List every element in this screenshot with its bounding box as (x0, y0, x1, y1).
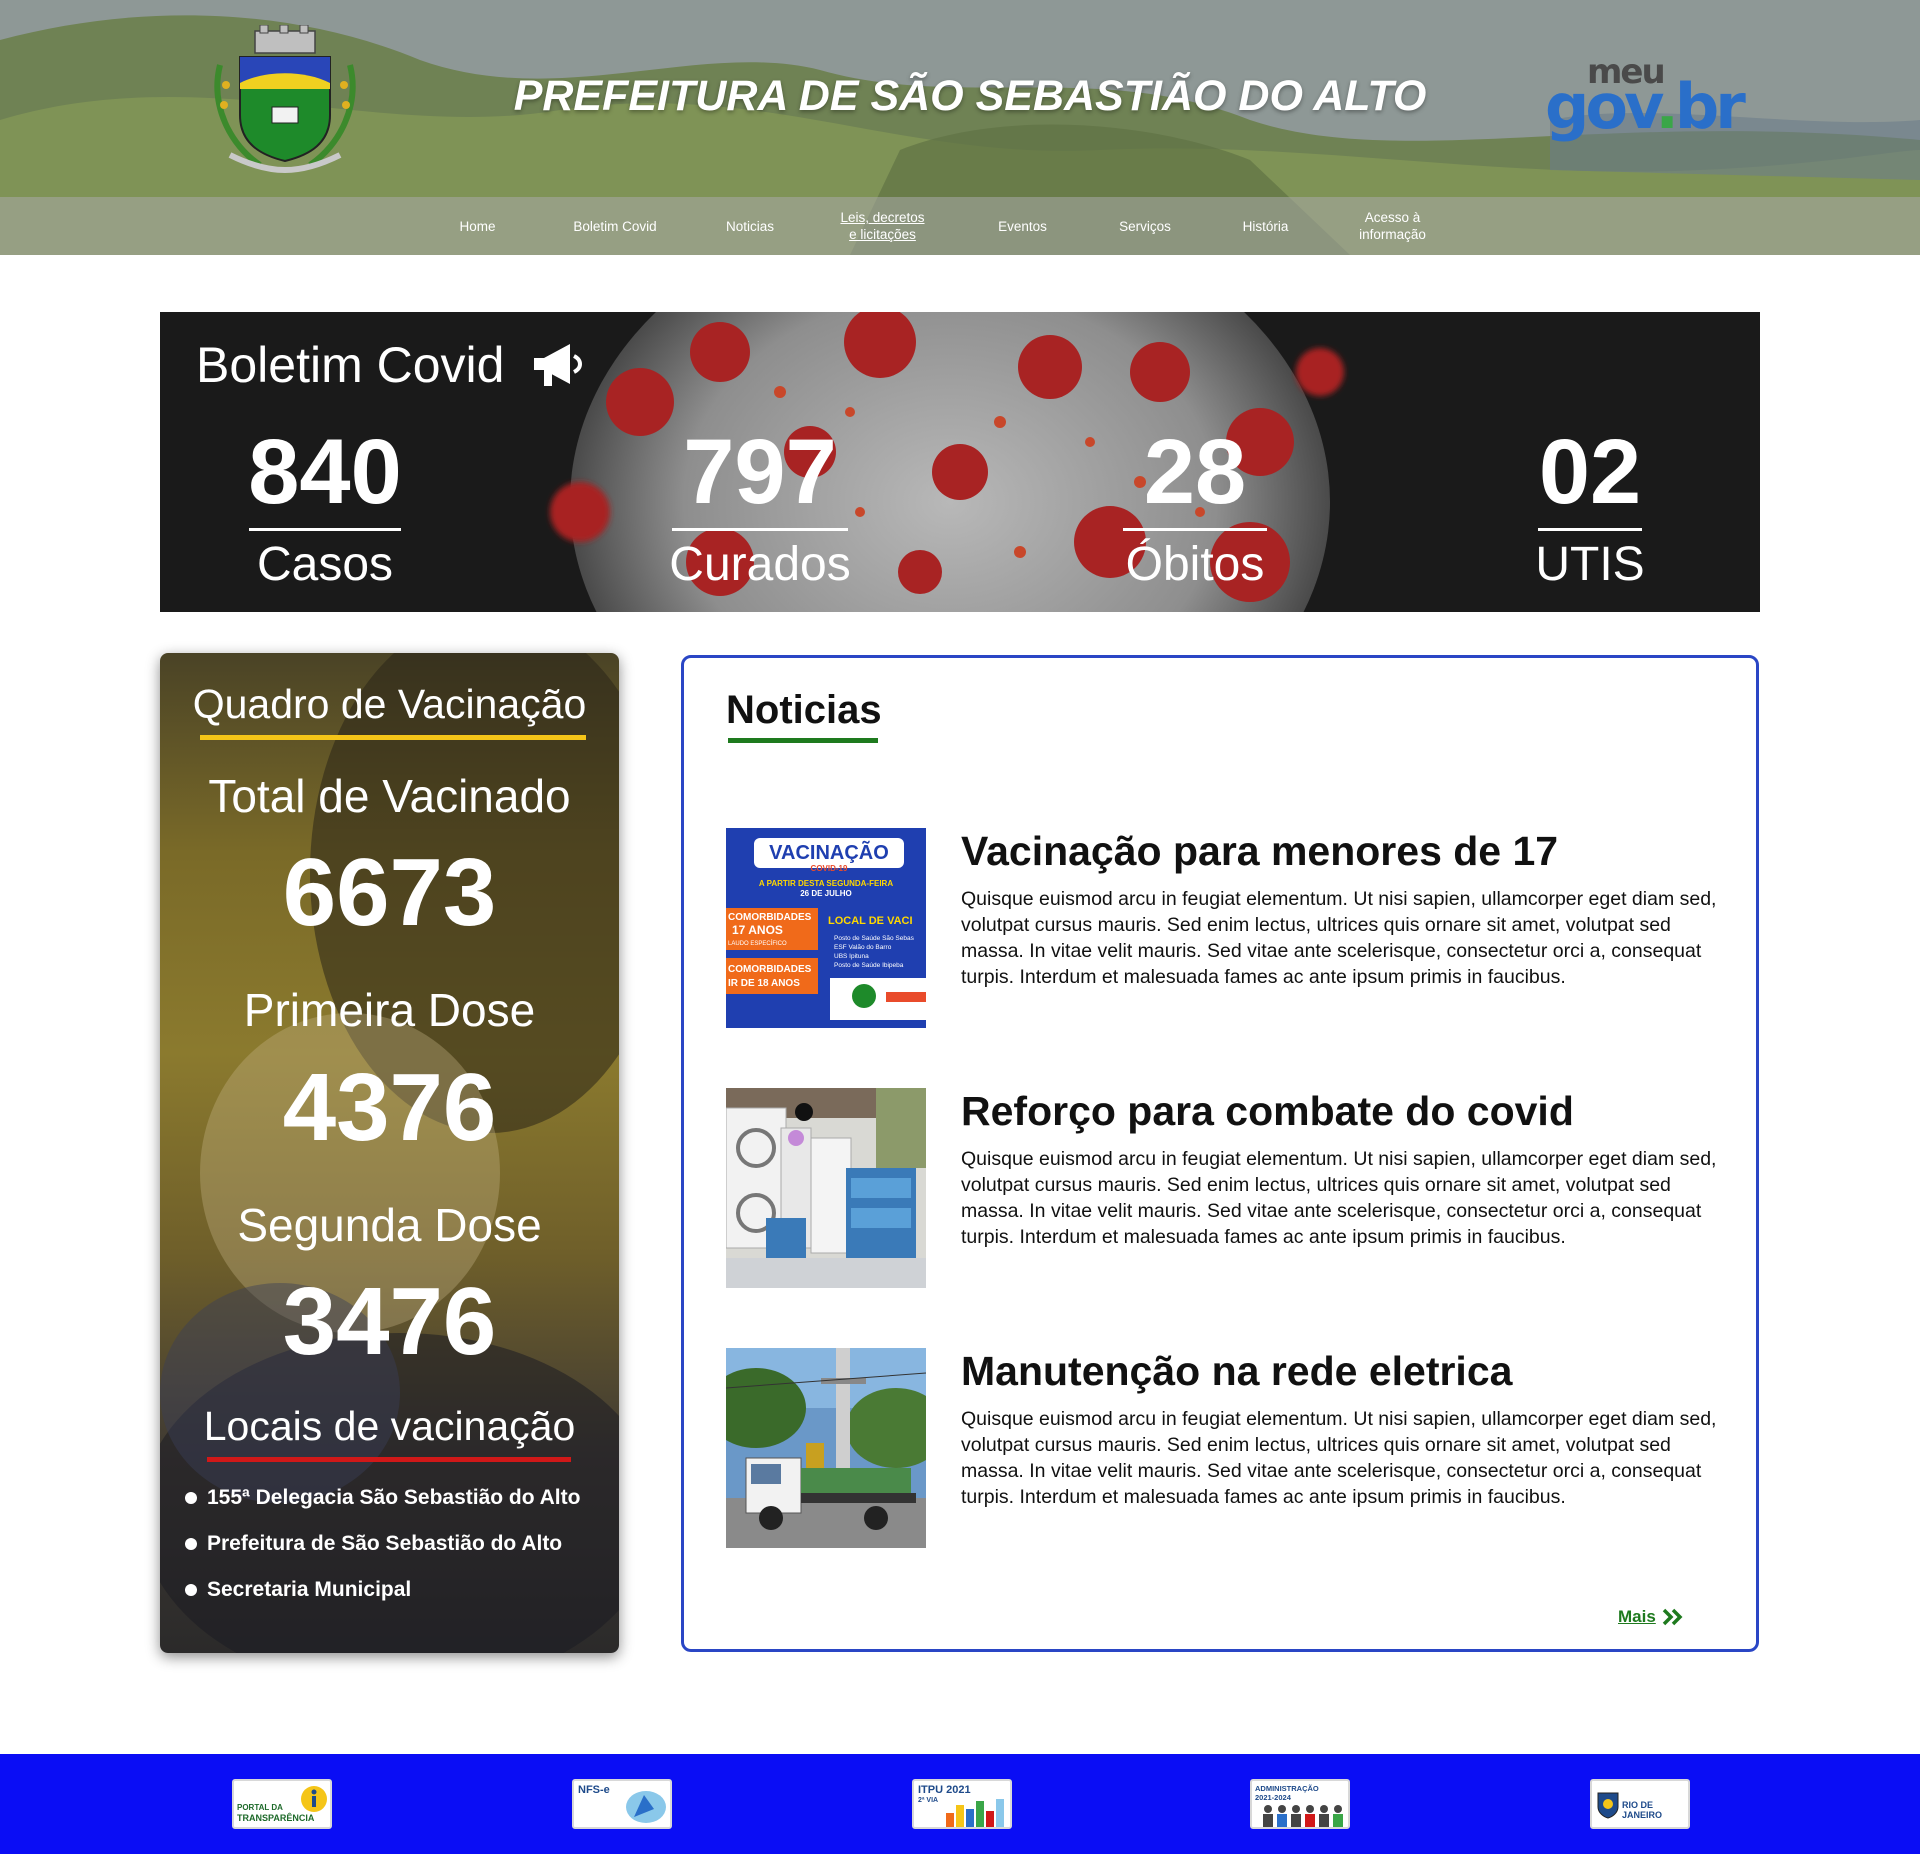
news-thumbnail-equipment-photo[interactable] (726, 1088, 926, 1288)
city-buildings-icon (946, 1799, 1004, 1827)
vaccination-title: Quadro de Vacinação (192, 681, 587, 727)
state-coat-of-arms-icon (1597, 1792, 1619, 1819)
stat-curados: 797 Curados (665, 422, 855, 593)
svg-text:17 ANOS: 17 ANOS (732, 923, 783, 937)
svg-text:IR DE 18 ANOS: IR DE 18 ANOS (728, 978, 800, 989)
administracao-2021-2024-logo[interactable]: ADMINISTRAÇÃO 2021-2024 (1250, 1779, 1350, 1829)
stat-curados-value: 797 (683, 421, 837, 523)
stat-divider (672, 528, 848, 531)
first-dose-label: Primeira Dose (243, 984, 536, 1036)
news-item[interactable]: Manutenção na rede eletrica Quisque euis… (726, 1348, 1726, 1548)
news-thumbnail-vaccination-poster[interactable]: VACINAÇÃO COVID-19 A PARTIR DESTA SEGUND… (726, 828, 926, 1028)
news-body: Quisque euismod arcu in feugiat elementu… (961, 1148, 1717, 1248)
stat-obitos: 28 Óbitos (1115, 422, 1275, 593)
double-chevron-right-icon (1662, 1608, 1683, 1626)
info-icon (301, 1786, 327, 1812)
list-item: 155ª Delegacia São Sebastião do Alto (185, 1475, 580, 1521)
people-group-icon (1263, 1805, 1343, 1827)
site-footer: PORTAL DA TRANSPARÊNCIA NFS-e ITPU 2021 … (0, 1754, 1920, 1854)
municipal-crest-logo[interactable] (210, 25, 360, 175)
svg-text:LOCAL DE VACI: LOCAL DE VACI (828, 915, 913, 927)
news-panel: Noticias VACINAÇÃO COVID-19 A PARTIR DES… (681, 655, 1759, 1652)
list-item: Prefeitura de São Sebastião do Alto (185, 1521, 580, 1567)
svg-text:UBS Ipituna: UBS Ipituna (834, 953, 869, 960)
vaccination-poster-image: VACINAÇÃO COVID-19 A PARTIR DESTA SEGUND… (726, 828, 926, 1028)
nav-item-servicos[interactable]: Serviços (1105, 197, 1185, 255)
covid-bulletin-banner: Boletim Covid 840 Casos 797 Curados 28 Ó… (160, 312, 1760, 612)
news-thumbnail-truck-photo[interactable] (726, 1348, 926, 1548)
covid-bulletin-title: Boletim Covid (196, 337, 505, 393)
main-nav: Home Boletim Covid Noticias Leis, decret… (0, 197, 1920, 255)
portal-transparencia-logo[interactable]: PORTAL DA TRANSPARÊNCIA (232, 1779, 332, 1829)
news-title: Noticias (726, 688, 882, 732)
svg-text:Posto de Saúde São Sebas: Posto de Saúde São Sebas (834, 935, 915, 942)
svg-text:COVID-19: COVID-19 (811, 864, 848, 873)
stat-casos-value: 840 (248, 421, 402, 523)
svg-text:26 DE JULHO: 26 DE JULHO (800, 889, 852, 898)
svg-text:VACINAÇÃO: VACINAÇÃO (769, 841, 889, 864)
news-title-underline (728, 738, 878, 743)
utility-truck-photo-image (726, 1348, 926, 1548)
nav-item-leis-decretos[interactable]: Leis, decretos e licitações (830, 197, 935, 255)
nav-item-home[interactable]: Home (440, 197, 515, 255)
stat-divider (1123, 528, 1267, 531)
news-item[interactable]: VACINAÇÃO COVID-19 A PARTIR DESTA SEGUND… (726, 828, 1726, 1028)
news-item[interactable]: Reforço para combate do covid Quisque eu… (726, 1088, 1726, 1288)
site-title: PREFEITURA DE SÃO SEBASTIÃO DO ALTO (513, 72, 1427, 120)
news-body: Quisque euismod arcu in feugiat elementu… (961, 888, 1717, 988)
governo-rio-de-janeiro-logo[interactable]: RIO DE JANEIRO (1590, 1779, 1690, 1829)
vaccination-locations-underline (207, 1457, 571, 1462)
news-headline[interactable]: Vacinação para menores de 17 (961, 828, 1558, 875)
vaccination-panel: Quadro de Vacinação Total de Vacinado 66… (160, 653, 619, 1653)
bullet-icon (185, 1538, 197, 1550)
svg-text:Posto de Saúde Ibipeba: Posto de Saúde Ibipeba (834, 962, 904, 969)
news-headline[interactable]: Manutenção na rede eletrica (961, 1348, 1512, 1395)
svg-text:COMORBIDADES: COMORBIDADES (728, 964, 812, 975)
stat-divider (1538, 528, 1642, 531)
stat-curados-label: Curados (669, 538, 851, 591)
svg-text:COMORBIDADES: COMORBIDADES (728, 912, 812, 923)
nav-item-boletim-covid[interactable]: Boletim Covid (560, 197, 670, 255)
stat-utis-label: UTIS (1535, 538, 1645, 591)
stat-utis-value: 02 (1538, 421, 1642, 523)
first-dose-value: 4376 (282, 1054, 497, 1161)
second-dose-label: Segunda Dose (237, 1199, 542, 1251)
nav-item-eventos[interactable]: Eventos (985, 197, 1060, 255)
svg-text:ESF Valão do Barro: ESF Valão do Barro (834, 944, 892, 951)
total-vaccinated-label: Total de Vacinado (208, 770, 571, 822)
second-dose-value: 3476 (282, 1268, 497, 1375)
nfse-graphic-icon (626, 1791, 666, 1823)
news-headline[interactable]: Reforço para combate do covid (961, 1088, 1574, 1135)
stat-divider (249, 528, 401, 531)
nav-item-noticias[interactable]: Noticias (715, 197, 785, 255)
svg-text:LAUDO ESPECÍFICO: LAUDO ESPECÍFICO (728, 940, 787, 947)
stat-utis: 02 UTIS (1530, 422, 1650, 593)
site-header: PREFEITURA DE SÃO SEBASTIÃO DO ALTO meu … (0, 0, 1920, 255)
stat-obitos-label: Óbitos (1125, 538, 1265, 591)
meu-govbr-logo[interactable]: meu gov.br (1545, 52, 1746, 143)
nav-item-historia[interactable]: História (1228, 197, 1303, 255)
bullet-icon (185, 1492, 197, 1504)
more-news-link[interactable]: Mais (1618, 1607, 1684, 1627)
equipment-photo-image (726, 1088, 926, 1288)
nfse-logo[interactable]: NFS-e (572, 1779, 672, 1829)
news-body: Quisque euismod arcu in feugiat elementu… (961, 1408, 1717, 1508)
govbr-wordmark: gov.br (1545, 70, 1746, 143)
vaccination-locations-title: Locais de vacinação (203, 1403, 576, 1449)
total-vaccinated-value: 6673 (282, 839, 497, 946)
stat-casos-label: Casos (256, 538, 394, 591)
list-item: Secretaria Municipal (185, 1567, 580, 1613)
vaccination-locations-list: 155ª Delegacia São Sebastião do Alto Pre… (185, 1475, 580, 1613)
vaccination-title-underline (200, 735, 586, 740)
megaphone-icon (534, 344, 582, 386)
stat-obitos-value: 28 (1143, 421, 1247, 523)
nav-item-acesso-informacao[interactable]: Acesso à informação (1345, 197, 1440, 255)
itpu-2021-logo[interactable]: ITPU 2021 2ª VIA (912, 1779, 1012, 1829)
bullet-icon (185, 1584, 197, 1596)
stat-casos: 840 Casos (240, 422, 410, 593)
svg-text:A PARTIR DESTA SEGUNDA-FEIRA: A PARTIR DESTA SEGUNDA-FEIRA (759, 879, 893, 888)
